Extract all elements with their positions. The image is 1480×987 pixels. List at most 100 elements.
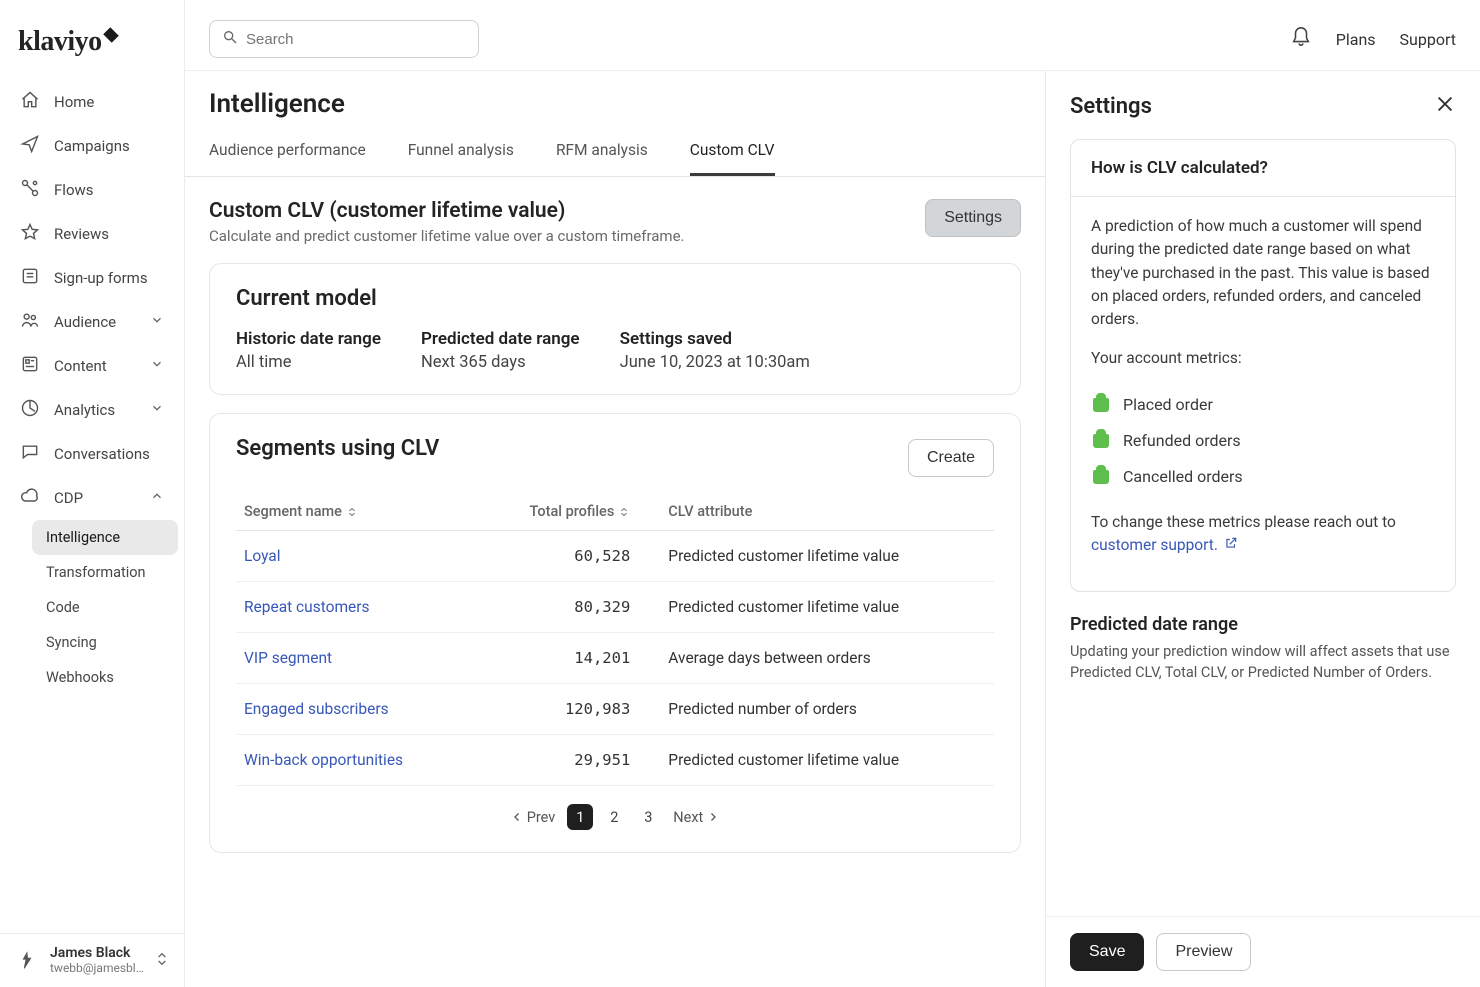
segments-table: Segment nameTotal profilesCLV attribute … [236, 493, 994, 786]
panel-title: Settings [1070, 94, 1152, 119]
save-button[interactable]: Save [1070, 933, 1144, 971]
segment-profiles: 29,951 [473, 735, 661, 786]
sidebar-item-sign-up-forms[interactable]: Sign-up forms [6, 256, 178, 300]
sidebar-item-cdp[interactable]: CDP [6, 476, 178, 520]
pager: Prev 123 Next [236, 804, 994, 830]
notifications-button[interactable] [1290, 26, 1312, 52]
avatar-icon [14, 948, 40, 974]
sidebar-item-campaigns[interactable]: Campaigns [6, 124, 178, 168]
segment-link[interactable]: Win-back opportunities [244, 751, 403, 769]
sidebar-item-label: Analytics [54, 401, 115, 419]
model-cell-value: Next 365 days [421, 353, 580, 372]
sidebar: klaviyo Home Campaigns Flows Reviews Sig… [0, 0, 185, 987]
sidebar-item-label: Sign-up forms [54, 269, 148, 287]
topbar: Plans Support [185, 0, 1480, 70]
model-cell-label: Historic date range [236, 329, 381, 349]
sidebar-sub-syncing[interactable]: Syncing [32, 625, 178, 660]
sidebar-sub-intelligence[interactable]: Intelligence [32, 520, 178, 555]
settings-panel: Settings How is CLV calculated? A predic… [1045, 70, 1480, 987]
model-cell: Predicted date range Next 365 days [421, 329, 580, 372]
form-icon [20, 266, 40, 290]
change-metrics-text: To change these metrics please reach out… [1091, 511, 1435, 558]
sidebar-item-label: CDP [54, 489, 83, 507]
chevron-updown-icon [154, 951, 170, 971]
sidebar-sub-code[interactable]: Code [32, 590, 178, 625]
segment-link[interactable]: Loyal [244, 547, 281, 565]
model-cell-value: All time [236, 353, 381, 372]
chevron-up-icon [150, 489, 164, 507]
flow-icon [20, 178, 40, 202]
people-icon [20, 310, 40, 334]
sidebar-sub-webhooks[interactable]: Webhooks [32, 660, 178, 695]
model-cell-value: June 10, 2023 at 10:30am [620, 353, 810, 372]
segment-profiles: 120,983 [473, 684, 661, 735]
sidebar-item-flows[interactable]: Flows [6, 168, 178, 212]
create-button[interactable]: Create [908, 439, 994, 477]
col-segment-name[interactable]: Segment name [236, 493, 473, 531]
pager-page-3[interactable]: 3 [635, 804, 661, 830]
model-cell-label: Predicted date range [421, 329, 580, 349]
sidebar-item-analytics[interactable]: Analytics [6, 388, 178, 432]
sidebar-sub-transformation[interactable]: Transformation [32, 555, 178, 590]
search-icon [222, 29, 238, 49]
sort-icon[interactable] [614, 503, 630, 520]
tab-funnel-analysis[interactable]: Funnel analysis [408, 127, 514, 176]
sidebar-item-audience[interactable]: Audience [6, 300, 178, 344]
model-cell: Historic date range All time [236, 329, 381, 372]
sidebar-item-label: Content [54, 357, 107, 375]
segment-name: VIP segment [236, 633, 473, 684]
metrics-label: Your account metrics: [1091, 347, 1435, 370]
tab-rfm-analysis[interactable]: RFM analysis [556, 127, 648, 176]
predicted-range-sub: Updating your prediction window will aff… [1070, 641, 1456, 683]
tab-custom-clv[interactable]: Custom CLV [690, 127, 775, 176]
metric-item: Refunded orders [1091, 423, 1435, 459]
sidebar-item-label: Conversations [54, 445, 150, 463]
tab-audience-performance[interactable]: Audience performance [209, 127, 366, 176]
customer-support-link[interactable]: customer support. [1091, 536, 1218, 554]
segment-attr: Predicted customer lifetime value [660, 531, 994, 582]
metric-item: Placed order [1091, 387, 1435, 423]
segment-name: Engaged subscribers [236, 684, 473, 735]
sidebar-item-home[interactable]: Home [6, 80, 178, 124]
table-row: Repeat customers 80,329 Predicted custom… [236, 582, 994, 633]
table-row: Loyal 60,528 Predicted customer lifetime… [236, 531, 994, 582]
search-field[interactable] [209, 20, 479, 58]
pager-page-1[interactable]: 1 [567, 804, 593, 830]
brand-logo[interactable]: klaviyo [0, 18, 184, 76]
segment-attr: Average days between orders [660, 633, 994, 684]
pager-next[interactable]: Next [673, 809, 719, 826]
segment-profiles: 14,201 [473, 633, 661, 684]
content-icon [20, 354, 40, 378]
segment-link[interactable]: Repeat customers [244, 598, 370, 616]
user-name: James Black [50, 946, 144, 961]
pager-prev[interactable]: Prev [511, 809, 556, 826]
segment-link[interactable]: VIP segment [244, 649, 332, 667]
sidebar-item-reviews[interactable]: Reviews [6, 212, 178, 256]
sort-icon[interactable] [342, 503, 358, 520]
chat-icon [20, 442, 40, 466]
sidebar-item-label: Home [54, 93, 94, 111]
sidebar-item-label: Campaigns [54, 137, 130, 155]
col-total-profiles[interactable]: Total profiles [473, 493, 661, 531]
search-input[interactable] [246, 31, 466, 48]
metric-item: Cancelled orders [1091, 459, 1435, 495]
shopify-icon [1091, 431, 1111, 451]
sidebar-item-conversations[interactable]: Conversations [6, 432, 178, 476]
preview-button[interactable]: Preview [1156, 933, 1251, 971]
sidebar-item-content[interactable]: Content [6, 344, 178, 388]
tabs: Audience performance Funnel analysis RFM a… [185, 127, 1045, 177]
star-icon [20, 222, 40, 246]
close-icon[interactable] [1434, 93, 1456, 119]
page-title: Intelligence [185, 71, 1045, 127]
user-switcher[interactable]: James Black twebb@jamesbl… [0, 933, 184, 987]
plans-link[interactable]: Plans [1336, 30, 1376, 49]
support-link[interactable]: Support [1400, 30, 1456, 49]
chevron-down-icon [150, 313, 164, 331]
pager-page-2[interactable]: 2 [601, 804, 627, 830]
segment-link[interactable]: Engaged subscribers [244, 700, 389, 718]
segments-card: Segments using CLV Create Segment nameTo… [209, 413, 1021, 853]
settings-button[interactable]: Settings [925, 199, 1021, 237]
segment-name: Repeat customers [236, 582, 473, 633]
segments-heading: Segments using CLV [236, 436, 439, 461]
segment-attr: Predicted customer lifetime value [660, 735, 994, 786]
